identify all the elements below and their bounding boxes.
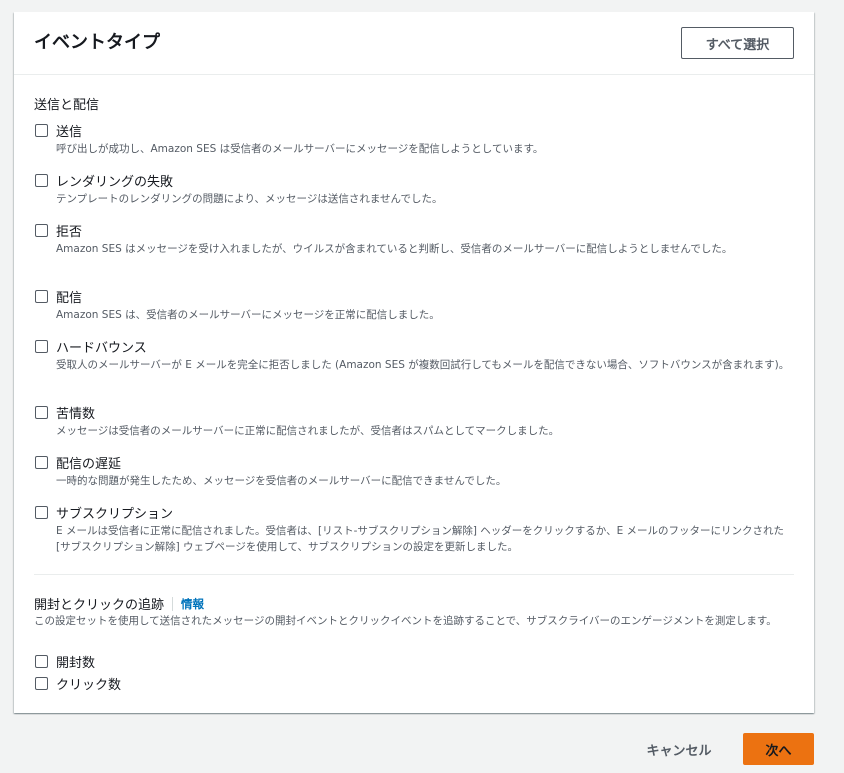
send-label[interactable]: 送信 bbox=[56, 121, 82, 140]
title-separator bbox=[172, 596, 174, 611]
option-complaint: 苦情数 メッセージは受信者のメールサーバーに正常に配信されましたが、受信者はスパ… bbox=[34, 403, 794, 439]
rendering-failure-label[interactable]: レンダリングの失敗 bbox=[56, 171, 173, 190]
reject-checkbox[interactable] bbox=[35, 223, 48, 237]
option-send: 送信 呼び出しが成功し、Amazon SES は受信者のメールサーバーにメッセー… bbox=[34, 121, 794, 157]
option-clicks: クリック数 bbox=[34, 674, 794, 693]
panel-header: イベントタイプ すべて選択 bbox=[14, 12, 814, 75]
complaint-description: メッセージは受信者のメールサーバーに正常に配信されましたが、受信者はスパムとして… bbox=[56, 425, 560, 437]
panel-title: イベントタイプ bbox=[34, 32, 160, 53]
clicks-checkbox[interactable] bbox=[35, 676, 48, 690]
opens-checkbox[interactable] bbox=[35, 654, 48, 668]
subscription-label[interactable]: サブスクリプション bbox=[56, 503, 173, 522]
tracking-title-row: 開封とクリックの追跡 情報 bbox=[34, 594, 204, 613]
option-subscription: サブスクリプション E メールは受信者に正常に配信されました。受信者は、[リスト… bbox=[34, 503, 794, 555]
subscription-description: E メールは受信者に正常に配信されました。受信者は、[リスト-サブスクリプション… bbox=[56, 525, 785, 553]
complaint-label[interactable]: 苦情数 bbox=[56, 403, 95, 422]
option-delivery-delay: 配信の遅延 一時的な問題が発生したため、メッセージを受信者のメールサーバーに配信… bbox=[34, 453, 794, 489]
next-button[interactable]: 次へ bbox=[743, 733, 814, 765]
hard-bounce-label[interactable]: ハードバウンス bbox=[56, 337, 147, 356]
sending-section-label: 送信と配信 bbox=[34, 98, 100, 113]
hard-bounce-description: 受取人のメールサーバーが E メールを完全に拒否しました (Amazon SES… bbox=[56, 359, 790, 371]
reject-description: Amazon SES はメッセージを受け入れましたが、ウイルスが含まれていると判… bbox=[56, 243, 733, 255]
option-rendering-failure: レンダリングの失敗 テンプレートのレンダリングの問題により、メッセージは送信され… bbox=[34, 171, 794, 207]
delivery-checkbox[interactable] bbox=[35, 289, 48, 303]
complaint-checkbox[interactable] bbox=[35, 405, 48, 419]
rendering-failure-checkbox[interactable] bbox=[35, 173, 48, 187]
option-hard-bounce: ハードバウンス 受取人のメールサーバーが E メールを完全に拒否しました (Am… bbox=[34, 337, 794, 373]
delivery-delay-label[interactable]: 配信の遅延 bbox=[56, 453, 121, 472]
delivery-description: Amazon SES は、受信者のメールサーバーにメッセージを正常に配信しました… bbox=[56, 309, 440, 321]
hard-bounce-checkbox[interactable] bbox=[35, 339, 48, 353]
rendering-failure-description: テンプレートのレンダリングの問題により、メッセージは送信されませんでした。 bbox=[56, 193, 443, 205]
tracking-title: 開封とクリックの追跡 bbox=[34, 598, 165, 613]
delivery-delay-description: 一時的な問題が発生したため、メッセージを受信者のメールサーバーに配信できませんで… bbox=[56, 475, 507, 487]
event-types-panel: イベントタイプ すべて選択 送信と配信 送信 呼び出しが成功し、Amazon S… bbox=[14, 12, 814, 713]
option-opens: 開封数 bbox=[34, 652, 794, 671]
tracking-description: この設定セットを使用して送信されたメッセージの開封イベントとクリックイベントを追… bbox=[34, 615, 777, 627]
subscription-checkbox[interactable] bbox=[35, 505, 48, 519]
select-all-button[interactable]: すべて選択 bbox=[681, 27, 794, 59]
clicks-label[interactable]: クリック数 bbox=[56, 674, 121, 693]
option-delivery: 配信 Amazon SES は、受信者のメールサーバーにメッセージを正常に配信し… bbox=[34, 287, 794, 323]
option-reject: 拒否 Amazon SES はメッセージを受け入れましたが、ウイルスが含まれてい… bbox=[34, 221, 794, 257]
send-description: 呼び出しが成功し、Amazon SES は受信者のメールサーバーにメッセージを配… bbox=[56, 143, 544, 155]
delivery-label[interactable]: 配信 bbox=[56, 287, 82, 306]
delivery-delay-checkbox[interactable] bbox=[35, 455, 48, 469]
reject-label[interactable]: 拒否 bbox=[56, 221, 82, 240]
info-link[interactable]: 情報 bbox=[181, 596, 204, 612]
send-checkbox[interactable] bbox=[35, 123, 48, 137]
opens-label[interactable]: 開封数 bbox=[56, 652, 95, 671]
cancel-button[interactable]: キャンセル bbox=[632, 733, 726, 765]
section-divider bbox=[34, 574, 794, 575]
